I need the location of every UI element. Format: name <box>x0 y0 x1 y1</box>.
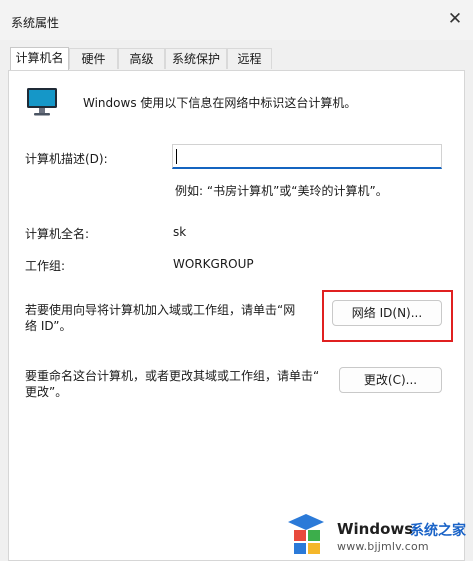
workgroup-value: WORKGROUP <box>173 257 254 271</box>
watermark-brand: Windows <box>337 520 414 538</box>
monitor-icon <box>27 88 57 116</box>
close-icon: ✕ <box>447 9 463 29</box>
tab-system-protection[interactable]: 系统保护 <box>165 48 227 69</box>
tab-advanced[interactable]: 高级 <box>118 48 165 69</box>
description-input[interactable] <box>172 144 442 169</box>
windows-logo-icon <box>288 514 324 554</box>
watermark-url: www.bjjmlv.com <box>337 540 429 553</box>
tab-panel-computer-name: Windows 使用以下信息在网络中标识这台计算机。 计算机描述(D): 例如:… <box>8 70 465 561</box>
full-name-label: 计算机全名: <box>25 227 90 241</box>
full-name-value: sk <box>173 225 187 239</box>
close-button[interactable]: ✕ <box>442 6 468 32</box>
description-example: 例如: “书房计算机”或“美玲的计算机”。 <box>175 184 388 198</box>
description-label: 计算机描述(D): <box>25 152 108 166</box>
intro-text: Windows 使用以下信息在网络中标识这台计算机。 <box>83 96 357 110</box>
network-id-text-line2: 络 ID”。 <box>25 319 72 333</box>
tab-hardware[interactable]: 硬件 <box>69 48 118 69</box>
window-title: 系统属性 <box>11 16 60 30</box>
title-bar: 系统属性 ✕ <box>0 0 473 40</box>
tab-computer-name[interactable]: 计算机名 <box>10 47 69 70</box>
network-id-button[interactable]: 网络 ID(N)... <box>332 300 442 326</box>
text-caret <box>176 149 177 164</box>
system-properties-window: 系统属性 ✕ 计算机名 硬件 高级 系统保护 远程 Windows 使用以下信息… <box>0 0 473 561</box>
network-id-text-line1: 若要使用向导将计算机加入域或工作组，请单击“网 <box>25 303 296 317</box>
change-button[interactable]: 更改(C)... <box>339 367 442 393</box>
tab-bar: 计算机名 硬件 高级 系统保护 远程 <box>0 47 473 70</box>
tab-remote[interactable]: 远程 <box>227 48 272 69</box>
rename-text-line1: 要重命名这台计算机，或者更改其域或工作组，请单击“ <box>25 369 320 383</box>
rename-text-line2: 更改”。 <box>25 385 68 399</box>
workgroup-label: 工作组: <box>25 259 66 273</box>
watermark-cn: 系统之家 <box>410 523 466 539</box>
